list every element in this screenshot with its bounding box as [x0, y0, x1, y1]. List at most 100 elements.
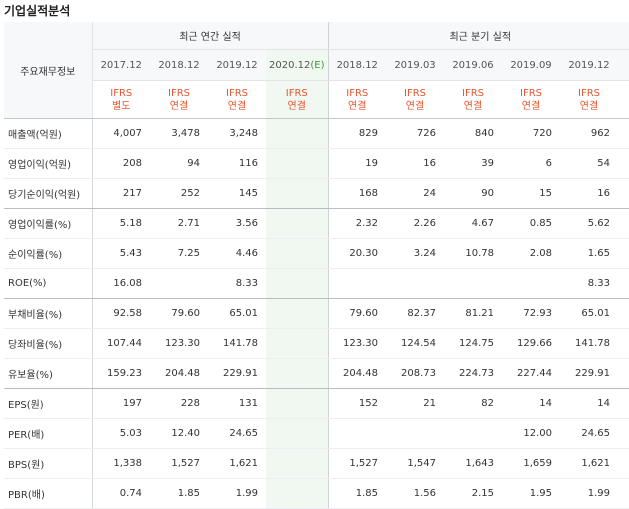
- period-header: 2019.06: [444, 49, 502, 81]
- value-cell: 0.85: [502, 208, 560, 239]
- value-cell: 217: [92, 178, 150, 209]
- value-cell: 197: [92, 388, 150, 419]
- value-cell: 2.26: [386, 208, 444, 239]
- value-cell: [444, 418, 502, 449]
- value-cell: 116: [208, 148, 266, 179]
- filler-cell: [618, 418, 629, 449]
- value-cell: 3,248: [208, 118, 266, 149]
- filler-cell: [618, 80, 629, 119]
- table-row: 부채비율(%) 92.58 79.60 65.01 79.60 82.37 81.21 72.…: [4, 298, 629, 329]
- account-type-header: IFRS 연결: [208, 80, 266, 119]
- table-row: 당좌비율(%) 107.44 123.30 141.78 123.30 124.54 124…: [4, 328, 629, 359]
- value-cell: 131: [208, 388, 266, 419]
- value-cell: 72.93: [502, 298, 560, 329]
- value-cell: 152: [327, 388, 386, 419]
- value-cell: 1.99: [208, 478, 266, 509]
- filler-cell: [618, 208, 629, 239]
- filler-cell: [618, 448, 629, 479]
- table-row: 유보율(%) 159.23 204.48 229.91 204.48 208.73 224.…: [4, 358, 629, 389]
- value-cell: 1,547: [386, 448, 444, 479]
- value-cell: 1.65: [560, 238, 618, 269]
- annual-group-label: 최근 연간 실적: [92, 22, 329, 50]
- value-cell: 1.85: [150, 478, 208, 509]
- value-cell: 1,621: [208, 448, 266, 479]
- value-cell: 204.48: [150, 358, 208, 389]
- account-type-header: IFRS 연결: [327, 80, 386, 119]
- value-cell: 720: [502, 118, 560, 149]
- table-row: 당기순이익(억원) 217 252 145 168 24 90 15 16: [4, 178, 629, 209]
- table-row: ROE(%) 16.08 8.33 8.33: [4, 268, 629, 299]
- table-row: PBR(배) 0.74 1.85 1.99 1.85 1.56 2.15 1.95 1.99: [4, 478, 629, 509]
- row-label: 영업이익(억원): [4, 148, 93, 179]
- value-cell: 123.30: [327, 328, 386, 359]
- filler-cell: [618, 328, 629, 359]
- value-cell: 962: [560, 118, 618, 149]
- value-cell: [266, 328, 329, 359]
- row-label: 당좌비율(%): [4, 328, 93, 359]
- period-header: 2020.12(E): [266, 49, 329, 81]
- value-cell: 228: [150, 388, 208, 419]
- value-cell: 141.78: [560, 328, 618, 359]
- value-cell: [266, 238, 329, 269]
- period-header: 2017.12: [92, 49, 150, 81]
- period-header: 2019.12: [208, 49, 266, 81]
- filler-cell: [618, 388, 629, 419]
- value-cell: 92.58: [92, 298, 150, 329]
- filler-cell: [618, 49, 629, 81]
- value-cell: [502, 268, 560, 299]
- value-cell: 24.65: [208, 418, 266, 449]
- account-type-header: IFRS 연결: [266, 80, 329, 119]
- value-cell: 2.32: [327, 208, 386, 239]
- value-cell: 840: [444, 118, 502, 149]
- value-cell: 39: [444, 148, 502, 179]
- value-cell: [266, 268, 329, 299]
- period-header: 2018.12: [150, 49, 208, 81]
- row-label: EPS(원): [4, 388, 93, 419]
- table-row: 매출액(억원) 4,007 3,478 3,248 829 726 840 720 962: [4, 118, 629, 149]
- value-cell: 4.46: [208, 238, 266, 269]
- value-cell: [444, 268, 502, 299]
- row-label: BPS(원): [4, 448, 93, 479]
- table-row: 영업이익률(%) 5.18 2.71 3.56 2.32 2.26 4.67 0.85 5.62: [4, 208, 629, 239]
- value-cell: 208: [92, 148, 150, 179]
- value-cell: 90: [444, 178, 502, 209]
- value-cell: 24.65: [560, 418, 618, 449]
- value-cell: 3.56: [208, 208, 266, 239]
- row-label: 부채비율(%): [4, 298, 93, 329]
- value-cell: 16: [560, 178, 618, 209]
- table-row: EPS(원) 197 228 131 152 21 82 14 14: [4, 388, 629, 419]
- row-label: PER(배): [4, 418, 93, 449]
- value-cell: 229.91: [560, 358, 618, 389]
- value-cell: 10.78: [444, 238, 502, 269]
- value-cell: 65.01: [208, 298, 266, 329]
- filler-cell: [618, 298, 629, 329]
- table-row: BPS(원) 1,338 1,527 1,621 1,527 1,547 1,643 1,65…: [4, 448, 629, 479]
- filler-cell: [618, 478, 629, 509]
- table-row: 영업이익(억원) 208 94 116 19 16 39 6 54: [4, 148, 629, 179]
- row-label: 매출액(억원): [4, 118, 93, 149]
- value-cell: 107.44: [92, 328, 150, 359]
- value-cell: 82: [444, 388, 502, 419]
- period-header: 2019.12: [560, 49, 618, 81]
- filler-cell: [618, 178, 629, 209]
- value-cell: 81.21: [444, 298, 502, 329]
- value-cell: 224.73: [444, 358, 502, 389]
- row-label: ROE(%): [4, 268, 93, 299]
- value-cell: 79.60: [327, 298, 386, 329]
- value-cell: 79.60: [150, 298, 208, 329]
- value-cell: [266, 208, 329, 239]
- value-cell: [266, 448, 329, 479]
- value-cell: 1,527: [150, 448, 208, 479]
- account-type-header: IFRS 별도: [92, 80, 150, 119]
- value-cell: 20.30: [327, 238, 386, 269]
- value-cell: 145: [208, 178, 266, 209]
- value-cell: 124.54: [386, 328, 444, 359]
- value-cell: [266, 358, 329, 389]
- filler-cell: [618, 238, 629, 269]
- value-cell: 16.08: [92, 268, 150, 299]
- value-cell: 1.99: [560, 478, 618, 509]
- value-cell: [266, 298, 329, 329]
- value-cell: [266, 118, 329, 149]
- value-cell: [266, 178, 329, 209]
- period-header: 2019.03: [386, 49, 444, 81]
